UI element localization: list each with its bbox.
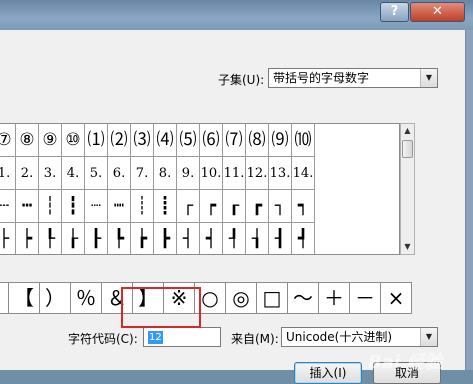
from-label: 来自(M): [231,332,279,346]
annotation-highlight-box [121,287,201,328]
recent-symbol-cell[interactable]: － [350,282,381,314]
subset-select[interactable]: 带括号的字母数字 ▼ [268,68,438,88]
symbol-cell[interactable]: ┉ [108,190,131,223]
symbol-cell[interactable]: 9. [177,157,200,190]
symbol-cell[interactable]: ┅ [16,190,39,223]
symbol-cell[interactable]: ┄ [0,190,16,223]
symbol-cell[interactable]: 5. [85,157,108,190]
symbol-cell[interactable]: ⑼ [269,124,292,157]
chevron-down-icon[interactable]: ▼ [420,328,437,346]
symbol-cell[interactable]: ┐ [269,190,292,223]
symbol-cell[interactable]: ⑹ [200,124,223,157]
symbol-cell[interactable]: ⑺ [223,124,246,157]
symbol-cell[interactable]: ⑩ [62,124,85,157]
close-icon: ✕ [432,4,443,19]
symbol-cell[interactable]: 14. [292,157,315,190]
chevron-down-icon[interactable]: ▼ [420,69,437,87]
symbol-cell[interactable]: 8. [154,157,177,190]
symbol-cell[interactable]: 1. [0,157,16,190]
from-value: Unicode(十六进制) [286,330,393,344]
symbol-cell[interactable]: ┦ [223,223,246,254]
recent-symbol-cell[interactable]: ～ [288,282,319,314]
recent-symbol-cell[interactable]: 【 [9,282,40,314]
close-button[interactable]: ✕ [410,2,465,22]
symbol-cell[interactable]: 3. [39,157,62,190]
subset-label: 子集(U): [218,73,265,87]
symbol-cell[interactable]: ⑷ [154,124,177,157]
symbol-cell[interactable]: ┨ [269,223,292,254]
symbol-cell[interactable]: ┍ [200,190,223,223]
symbol-cell[interactable]: ┊ [131,190,154,223]
scroll-down-icon[interactable]: ▼ [401,240,414,254]
char-code-value: 12 [148,331,163,344]
symbol-cell[interactable]: ┣ [154,223,177,254]
symbol-cell[interactable]: ┞ [39,223,62,254]
symbol-cell[interactable]: ⑶ [131,124,154,157]
symbol-cell[interactable]: ┑ [292,190,315,223]
symbol-cell[interactable]: 12. [246,157,269,190]
symbol-cell[interactable]: ┈ [85,190,108,223]
symbol-cell[interactable]: ⑦ [0,124,16,157]
symbol-cell[interactable]: ┋ [154,190,177,223]
insert-button[interactable]: 插入(I) [294,362,362,384]
recent-symbol-cell[interactable]: × [381,282,412,314]
symbol-cell[interactable]: 13. [269,157,292,190]
watermark: Bai 经验 [368,352,443,373]
symbol-cell[interactable]: ┇ [62,190,85,223]
symbol-cell[interactable]: ┤ [177,223,200,254]
symbol-cell[interactable]: ┎ [223,190,246,223]
recent-symbol-cell[interactable]: ◎ [226,282,257,314]
scroll-thumb[interactable] [402,140,413,158]
symbol-cell[interactable]: ┠ [85,223,108,254]
symbol-cell[interactable]: 2. [16,157,39,190]
recent-symbol-cell[interactable]: ％ [71,282,102,314]
symbol-cell[interactable]: ⑻ [246,124,269,157]
symbol-cell[interactable]: ┝ [16,223,39,254]
symbol-cell[interactable]: 6. [108,157,131,190]
title-bar: ? ✕ [0,0,473,30]
symbol-cell[interactable]: ├ [0,223,16,254]
symbol-cell[interactable]: ┧ [246,223,269,254]
symbol-cell[interactable]: ⑸ [177,124,200,157]
symbol-cell[interactable]: ⑨ [39,124,62,157]
recent-symbol-cell[interactable]: 〗 [0,282,9,314]
symbol-cell[interactable]: 7. [131,157,154,190]
symbol-cell[interactable]: ┢ [131,223,154,254]
char-code-input[interactable]: 12 [143,327,221,347]
symbol-cell[interactable]: ┟ [62,223,85,254]
char-code-label: 字符代码(C): [68,332,138,346]
help-icon: ? [390,4,399,19]
symbol-cell[interactable]: 4. [62,157,85,190]
symbol-cell[interactable]: 10. [200,157,223,190]
symbol-cell[interactable]: ┆ [39,190,62,223]
recent-symbol-cell[interactable]: □ [257,282,288,314]
help-button[interactable]: ? [380,2,409,22]
symbol-cell[interactable]: ⑴ [85,124,108,157]
subset-value: 带括号的字母数字 [273,71,370,85]
from-select[interactable]: Unicode(十六进制) ▼ [281,327,438,347]
recent-symbol-cell[interactable]: ） [40,282,71,314]
symbol-cell[interactable]: ⑽ [292,124,315,157]
symbol-grid-scrollbar[interactable]: ▲ ▼ [400,123,415,255]
symbol-cell[interactable]: ┥ [200,223,223,254]
symbol-cell[interactable]: ┌ [177,190,200,223]
symbol-dialog: 子集(U): 带括号的字母数字 ▼ ⑦⑧⑨⑩⑴⑵⑶⑷⑸⑹⑺⑻⑼⑽ 1.2.3.4.… [0,30,466,384]
symbol-cell[interactable]: 11. [223,157,246,190]
symbol-cell[interactable]: ┏ [246,190,269,223]
symbol-grid: ⑦⑧⑨⑩⑴⑵⑶⑷⑸⑹⑺⑻⑼⑽ 1.2.3.4.5.6.7.8.9.10.11.12… [0,123,400,255]
recent-symbol-cell[interactable]: ＋ [319,282,350,314]
window-frame [465,30,473,370]
symbol-cell[interactable]: ⑧ [16,124,39,157]
scroll-up-icon[interactable]: ▲ [401,124,414,138]
symbol-cell[interactable]: ┩ [292,223,315,254]
symbol-cell[interactable]: ⑵ [108,124,131,157]
symbol-cell[interactable]: ┡ [108,223,131,254]
